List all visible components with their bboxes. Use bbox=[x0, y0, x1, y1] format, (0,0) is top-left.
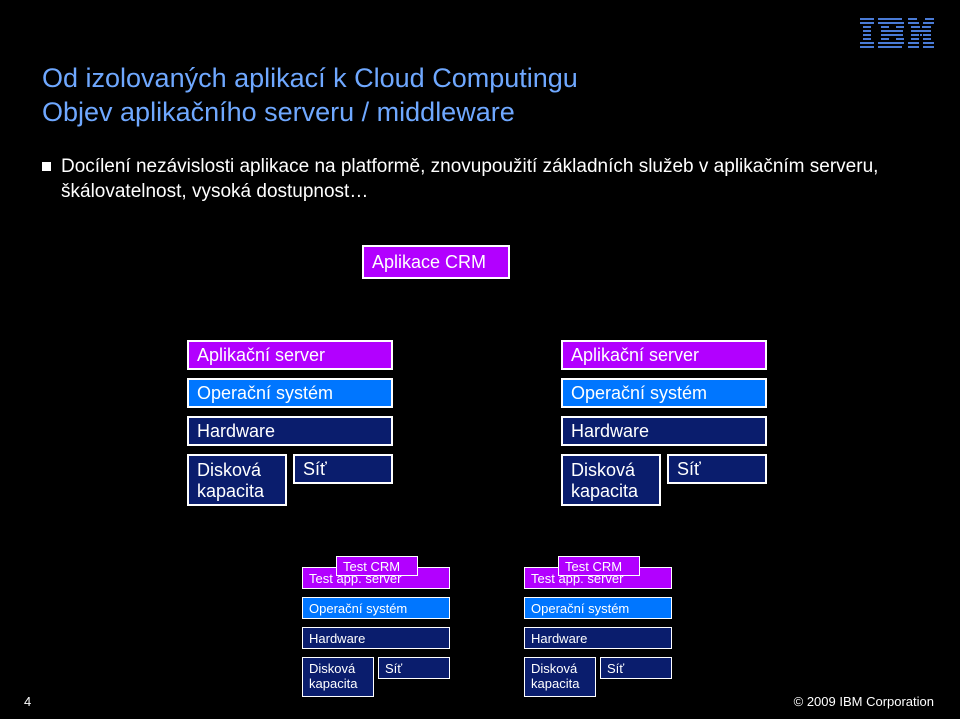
title-line-2: Objev aplikačního serveru / middleware bbox=[42, 96, 578, 130]
title-line-1: Od izolovaných aplikací k Cloud Computin… bbox=[42, 63, 578, 93]
box-test-net-right: Síť bbox=[600, 657, 672, 679]
box-test-net-left: Síť bbox=[378, 657, 450, 679]
bullet-item: Docílení nezávislosti aplikace na platfo… bbox=[42, 155, 881, 204]
label: Aplikační server bbox=[197, 345, 325, 366]
box-disk-left: Disková kapacita bbox=[187, 454, 287, 506]
label: Hardware bbox=[571, 421, 649, 442]
label-app-crm: Aplikace CRM bbox=[372, 252, 486, 273]
box-net-left: Síť bbox=[293, 454, 393, 484]
label: Hardware bbox=[531, 631, 587, 646]
label: Síť bbox=[385, 661, 402, 676]
label: Síť bbox=[677, 459, 701, 480]
bullet-marker-icon bbox=[42, 162, 51, 171]
box-test-hw-right: Hardware bbox=[524, 627, 672, 649]
label: Síť bbox=[303, 459, 327, 480]
label: Operační systém bbox=[309, 601, 407, 616]
label: Test CRM bbox=[565, 559, 622, 574]
box-disk-right: Disková kapacita bbox=[561, 454, 661, 506]
box-os-left: Operační systém bbox=[187, 378, 393, 408]
label: Operační systém bbox=[197, 383, 333, 404]
label: Aplikační server bbox=[571, 345, 699, 366]
box-app-server-right: Aplikační server bbox=[561, 340, 767, 370]
label: Hardware bbox=[197, 421, 275, 442]
box-test-crm-left: Test CRM bbox=[336, 556, 418, 576]
box-test-disk-left: Disková kapacita bbox=[302, 657, 374, 697]
page-title: Od izolovaných aplikací k Cloud Computin… bbox=[42, 62, 578, 130]
label: Disková kapacita bbox=[197, 460, 264, 502]
label: Operační systém bbox=[531, 601, 629, 616]
bullet-list: Docílení nezávislosti aplikace na platfo… bbox=[42, 155, 881, 204]
box-test-crm-right: Test CRM bbox=[558, 556, 640, 576]
bullet-text: Docílení nezávislosti aplikace na platfo… bbox=[61, 155, 881, 204]
box-net-right: Síť bbox=[667, 454, 767, 484]
box-app-crm: Aplikace CRM bbox=[362, 245, 510, 279]
label: Disková kapacita bbox=[309, 661, 357, 691]
label: Síť bbox=[607, 661, 624, 676]
ibm-logo bbox=[860, 18, 934, 48]
box-os-right: Operační systém bbox=[561, 378, 767, 408]
box-test-os-left: Operační systém bbox=[302, 597, 450, 619]
box-test-os-right: Operační systém bbox=[524, 597, 672, 619]
copyright: © 2009 IBM Corporation bbox=[794, 694, 934, 709]
page-number: 4 bbox=[24, 694, 31, 709]
label: Hardware bbox=[309, 631, 365, 646]
box-test-disk-right: Disková kapacita bbox=[524, 657, 596, 697]
box-hw-left: Hardware bbox=[187, 416, 393, 446]
label: Operační systém bbox=[571, 383, 707, 404]
box-app-server-left: Aplikační server bbox=[187, 340, 393, 370]
label: Disková kapacita bbox=[531, 661, 579, 691]
slide: Od izolovaných aplikací k Cloud Computin… bbox=[0, 0, 960, 719]
box-hw-right: Hardware bbox=[561, 416, 767, 446]
label: Disková kapacita bbox=[571, 460, 638, 502]
box-test-hw-left: Hardware bbox=[302, 627, 450, 649]
label: Test CRM bbox=[343, 559, 400, 574]
